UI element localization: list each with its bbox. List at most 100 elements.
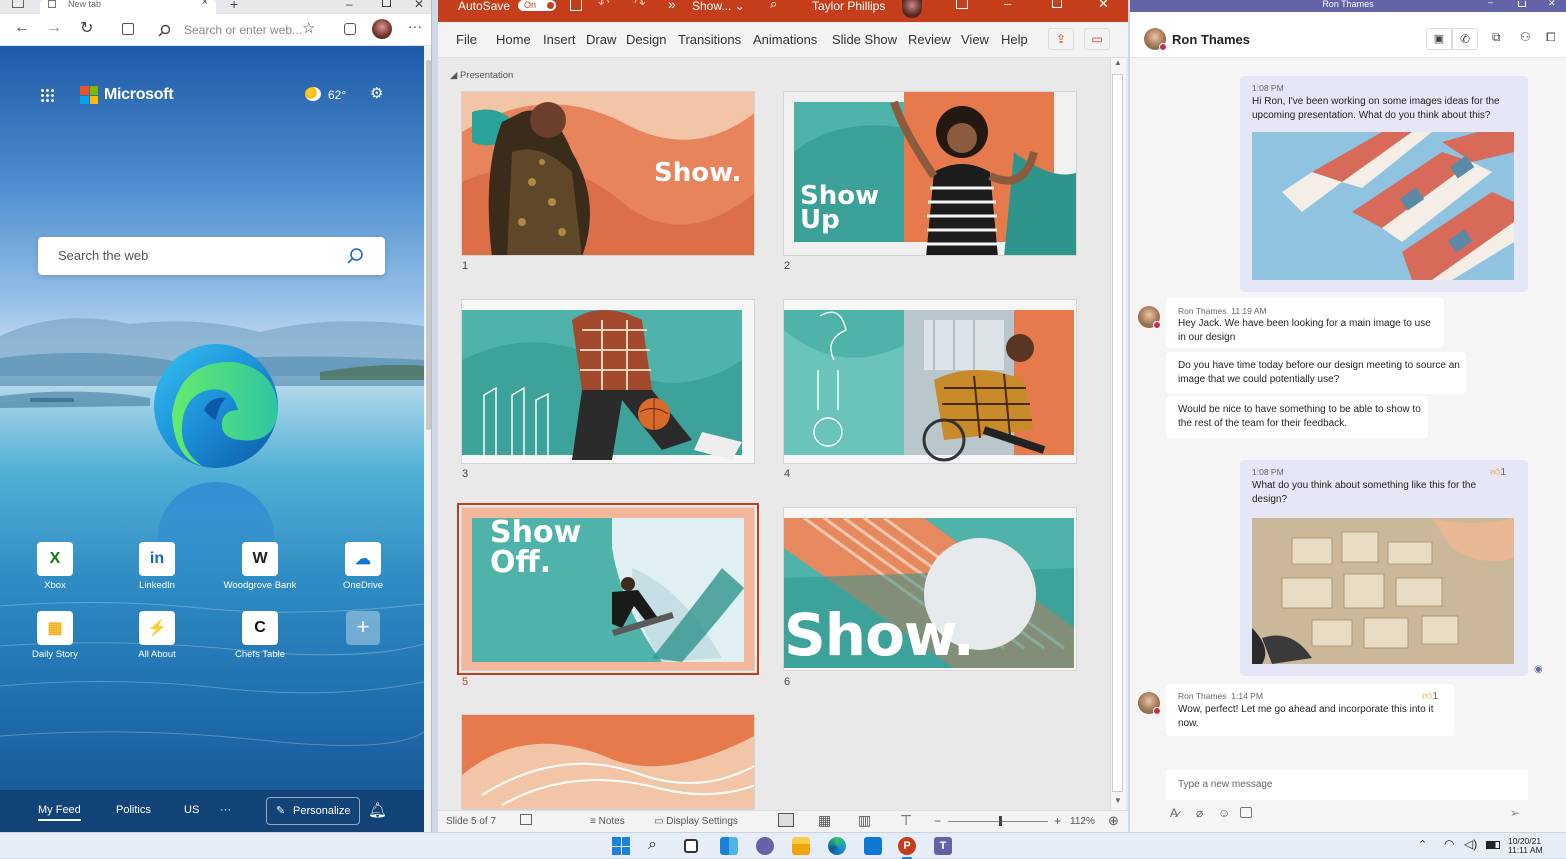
emoji-icon[interactable]: ☺: [1218, 806, 1230, 820]
zoom-level[interactable]: 112%: [1070, 816, 1095, 827]
personalize-button[interactable]: ✎ Personalize: [266, 797, 360, 825]
teams-chat-icon[interactable]: [756, 837, 774, 855]
quick-link-tile[interactable]: ⚡ All About: [117, 611, 197, 671]
zoom-slider-thumb[interactable]: [999, 816, 1002, 826]
format-icon[interactable]: A̷: [1170, 806, 1178, 820]
scroll-up-icon[interactable]: ▲: [1114, 58, 1122, 67]
contact-avatar[interactable]: [1144, 28, 1167, 51]
user-name[interactable]: Taylor Phillips: [812, 0, 885, 12]
clock[interactable]: 10/20/21 11:11 AM: [1508, 837, 1543, 855]
close-tab-icon[interactable]: ×: [202, 0, 208, 8]
slide-thumbnail-1[interactable]: Show.: [461, 91, 755, 256]
store-icon[interactable]: [864, 837, 882, 855]
zoom-in-button[interactable]: +: [1054, 814, 1061, 828]
quick-link-tile[interactable]: ☁ OneDrive: [323, 542, 403, 602]
favorite-star-icon[interactable]: ☆: [302, 19, 315, 37]
ribbon-tab-insert[interactable]: Insert: [543, 32, 576, 47]
slide-sorter-view-icon[interactable]: ▦: [818, 812, 831, 829]
more-icon[interactable]: ···: [408, 18, 422, 34]
wifi-icon[interactable]: ◠: [1444, 837, 1454, 851]
notes-button[interactable]: ≡ Notes: [590, 816, 625, 827]
show-hidden-icons[interactable]: ⌃: [1418, 838, 1427, 851]
address-input[interactable]: Search or enter web...: [148, 18, 326, 42]
minimize-icon[interactable]: –: [1004, 0, 1011, 11]
screen-share-icon[interactable]: ⧉: [1492, 30, 1501, 45]
minimize-icon[interactable]: –: [1488, 0, 1493, 7]
weather-temperature[interactable]: 62°: [328, 88, 346, 102]
accessibility-icon[interactable]: [520, 814, 532, 825]
weather-icon[interactable]: [305, 87, 321, 101]
like-reaction[interactable]: 👍︎1: [1422, 690, 1438, 702]
user-avatar[interactable]: [902, 0, 922, 18]
slide-thumbnail-5[interactable]: Show Off.: [461, 507, 755, 671]
save-icon[interactable]: [570, 0, 582, 11]
ribbon-tab-file[interactable]: File: [456, 32, 477, 47]
zoom-out-button[interactable]: −: [934, 814, 941, 828]
normal-view-icon[interactable]: [778, 813, 794, 827]
settings-gear-icon[interactable]: ⚙: [370, 84, 383, 102]
video-call-icon[interactable]: ▣: [1426, 28, 1452, 50]
battery-icon[interactable]: [1486, 841, 1500, 849]
sender-avatar[interactable]: [1138, 306, 1161, 329]
scrollbar-thumb[interactable]: [426, 60, 431, 430]
more-commands[interactable]: »: [668, 0, 676, 12]
like-reaction[interactable]: 👍︎1: [1490, 466, 1506, 478]
building-facade-image[interactable]: [1252, 132, 1514, 280]
message-outgoing[interactable]: 1:08 PM 👍︎1 What do you think about some…: [1240, 460, 1528, 676]
quick-link-tile[interactable]: W Woodgrove Bank: [220, 542, 300, 602]
home-icon[interactable]: [122, 23, 134, 35]
contact-name[interactable]: Ron Thames: [1172, 32, 1250, 47]
ribbon-tab-review[interactable]: Review: [908, 32, 951, 47]
quick-link-tile[interactable]: in LinkedIn: [117, 542, 197, 602]
redo-icon[interactable]: ↷: [634, 0, 646, 12]
ribbon-tab-transitions[interactable]: Transitions: [678, 32, 741, 47]
slide-thumbnail-7[interactable]: [461, 714, 755, 810]
feed-tab-us[interactable]: US: [184, 804, 199, 816]
volume-icon[interactable]: ◁): [1464, 837, 1477, 851]
feed-tab-my-feed[interactable]: My Feed: [38, 804, 81, 821]
message-incoming[interactable]: Would be nice to have something to be ab…: [1166, 396, 1428, 438]
message-incoming[interactable]: Ron Thames 11:19 AM Hey Jack. We have be…: [1166, 298, 1444, 348]
close-icon[interactable]: ✕: [1098, 0, 1109, 12]
display-settings-button[interactable]: ▭ Display Settings: [654, 816, 738, 827]
ribbon-tab-home[interactable]: Home: [496, 32, 531, 47]
send-icon[interactable]: ➢: [1510, 806, 1520, 820]
quick-link-tile[interactable]: ▦ Daily Story: [15, 611, 95, 671]
forward-icon[interactable]: →: [46, 19, 62, 37]
ribbon-tab-animations[interactable]: Animations: [753, 32, 817, 47]
message-incoming[interactable]: Do you have time today before our design…: [1166, 352, 1466, 394]
fit-to-window-icon[interactable]: ⊕: [1108, 813, 1119, 829]
search-icon[interactable]: ⌕: [770, 0, 777, 12]
scroll-down-icon[interactable]: ▼: [1114, 796, 1122, 805]
teams-taskbar-icon[interactable]: T: [934, 837, 952, 855]
collections-icon[interactable]: [344, 23, 356, 35]
message-outgoing[interactable]: 1:08 PM Hi Ron, I've been working on som…: [1240, 76, 1528, 292]
ribbon-tab-draw[interactable]: Draw: [586, 32, 616, 47]
quick-link-tile[interactable]: C Chefs Table: [220, 611, 300, 671]
new-tab-icon[interactable]: +: [230, 0, 238, 12]
section-header[interactable]: ◢ Presentation: [450, 70, 513, 81]
quick-link-tile[interactable]: X Xbox: [15, 542, 95, 602]
attach-icon[interactable]: ⌀: [1196, 806, 1203, 820]
slide-thumbnail-4[interactable]: [783, 299, 1077, 464]
feed-tab-politics[interactable]: Politics: [116, 804, 151, 816]
profile-avatar[interactable]: [372, 19, 392, 39]
close-icon[interactable]: ✕: [1548, 0, 1556, 8]
ribbon-tab-help[interactable]: Help: [1001, 32, 1028, 47]
apps-grid-icon[interactable]: [40, 88, 54, 102]
autosave-toggle[interactable]: On: [518, 0, 556, 11]
feed-more[interactable]: ···: [220, 804, 231, 816]
notifications-bell-icon[interactable]: 🔔︎: [368, 801, 387, 819]
popout-icon[interactable]: ⧠: [1546, 30, 1556, 45]
task-view-icon[interactable]: [684, 839, 698, 853]
compose-message-input[interactable]: Type a new message: [1166, 770, 1528, 800]
maximize-icon[interactable]: [382, 0, 391, 7]
comments-icon[interactable]: ▭: [1084, 28, 1110, 50]
slide-thumbnail-3[interactable]: [461, 299, 755, 464]
tab-new-tab[interactable]: New tab ×: [40, 0, 216, 14]
web-search-input[interactable]: Search the web: [38, 237, 385, 275]
slideshow-view-icon[interactable]: ⊤: [900, 812, 912, 829]
sender-avatar[interactable]: [1138, 692, 1161, 715]
add-site-plus-icon[interactable]: +: [346, 611, 380, 645]
ribbon-tab-slide-show[interactable]: Slide Show: [832, 32, 897, 47]
